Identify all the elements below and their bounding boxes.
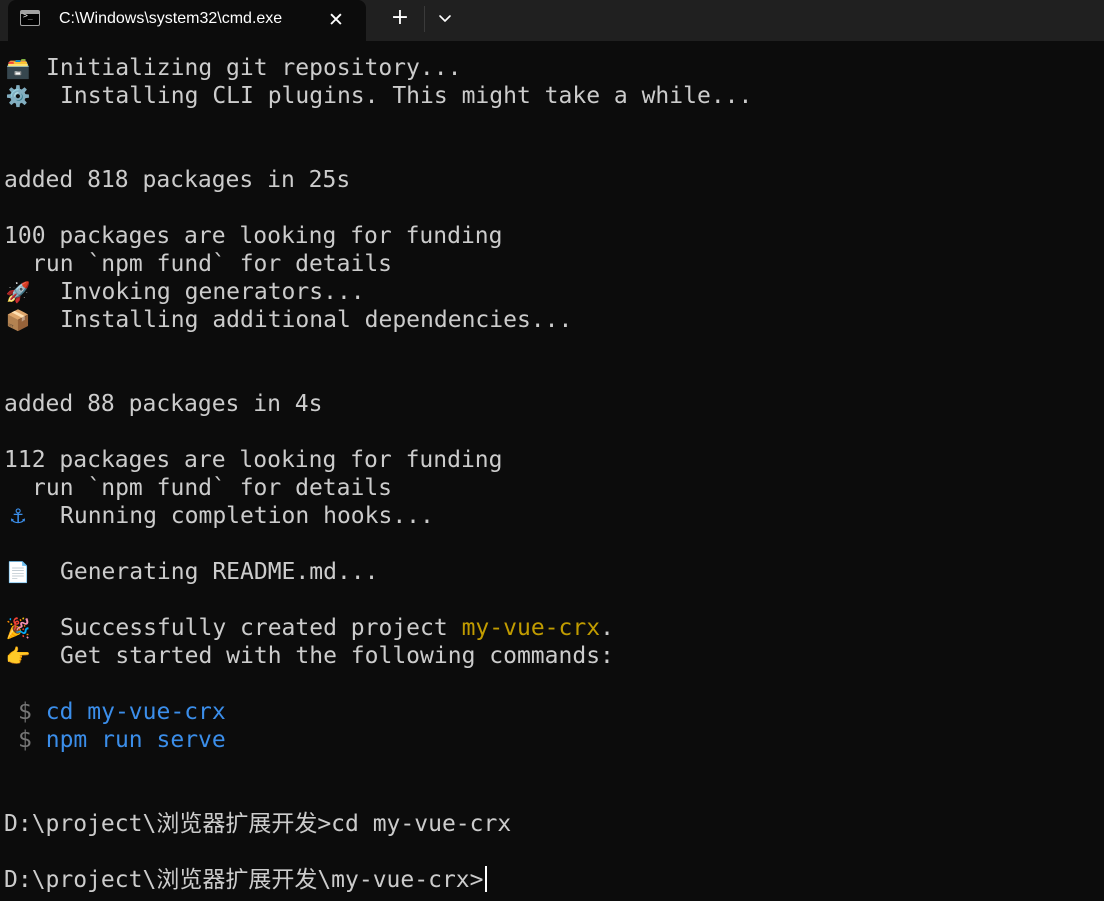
chevron-down-icon[interactable] [430,4,460,34]
output-line-git: Initializing git repository... [46,55,462,81]
output-line-fund-details-2: run `npm fund` for details [32,475,393,501]
rocket-icon: 🚀 [5,280,31,304]
project-name: my-vue-crx [461,615,601,641]
output-line-get-started: Get started with the following commands: [60,643,614,669]
output-line-success: Successfully created project my-vue-crx. [60,614,614,642]
command-cd: cd my-vue-crx [45,699,226,725]
terminal-icon: >_ [20,10,40,26]
pointing-hand-icon: 👉 [5,644,31,668]
tab-divider [424,6,425,32]
output-line-generators: Invoking generators... [60,279,365,305]
dollar-sign: $ [18,699,32,725]
card-file-box-icon: 🗃️ [5,56,31,80]
success-text: Successfully created project [60,615,462,641]
document-icon: 📄 [5,560,31,584]
prompt-line-1: D:\project\浏览器扩展开发>cd my-vue-crx [4,811,512,837]
text-cursor [484,866,487,892]
prompt-text: D:\project\浏览器扩展开发\my-vue-crx> [4,867,484,893]
package-icon: 📦 [5,308,31,332]
output-line-added-2: added 88 packages in 4s [4,391,323,417]
output-line-readme: Generating README.md... [60,559,379,585]
dollar-sign: $ [18,727,32,753]
output-line-funding-1: 100 packages are looking for funding [4,223,503,249]
output-line-added-1: added 818 packages in 25s [4,167,351,193]
prompt-line-2[interactable]: D:\project\浏览器扩展开发\my-vue-crx> [4,866,487,894]
command-line-serve: $ npm run serve [18,726,226,754]
gear-icon: ⚙️ [5,84,31,108]
tab-cmd[interactable]: >_ C:\Windows\system32\cmd.exe ✕ [8,0,366,41]
output-line-funding-2: 112 packages are looking for funding [4,447,503,473]
output-line-fund-details-1: run `npm fund` for details [32,251,393,277]
close-icon[interactable]: ✕ [324,8,348,32]
output-line-plugins: Installing CLI plugins. This might take … [60,83,753,109]
success-period: . [600,615,614,641]
tab-title: C:\Windows\system32\cmd.exe [59,10,283,27]
terminal-output[interactable]: 🗃️ Initializing git repository... ⚙️ Ins… [0,41,1104,901]
command-serve: npm run serve [45,727,226,753]
output-line-dependencies: Installing additional dependencies... [60,307,573,333]
plus-icon[interactable]: + [384,4,416,34]
title-bar: >_ C:\Windows\system32\cmd.exe ✕ + [0,0,1104,41]
party-popper-icon: 🎉 [5,616,31,640]
output-line-hooks: Running completion hooks... [60,503,434,529]
command-line-cd: $ cd my-vue-crx [18,698,226,726]
anchor-icon: ⚓ [9,504,27,528]
